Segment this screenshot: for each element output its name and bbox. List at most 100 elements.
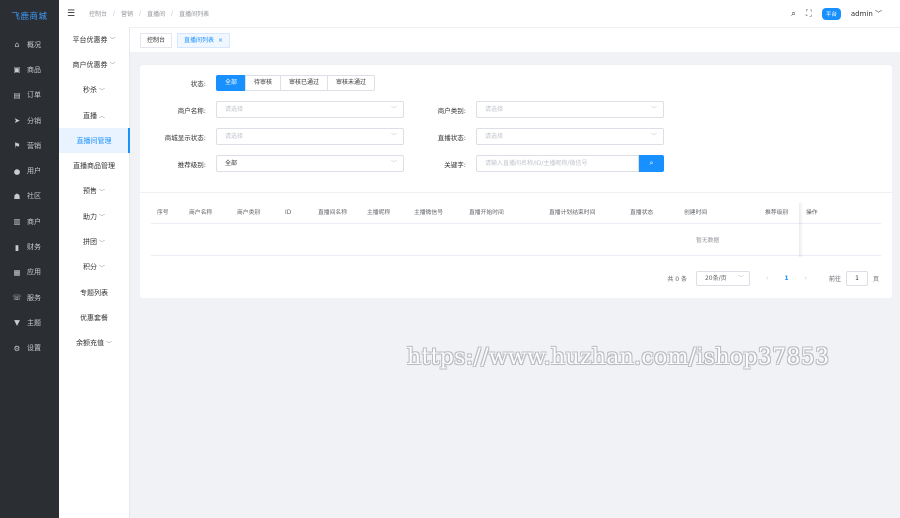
- app-logo[interactable]: 飞鹿商城: [0, 0, 59, 32]
- sidebar-item[interactable]: ➤ 分销: [0, 108, 59, 133]
- subnav-item-label: 直播: [82, 111, 97, 120]
- keyword-label: 关键字:: [444, 161, 466, 169]
- chevron-down-icon: ﹀: [98, 87, 105, 95]
- prev-page-button[interactable]: ‹: [766, 275, 768, 282]
- column-header: 创建时间: [684, 210, 708, 216]
- chevron-down-icon: ﹀: [98, 239, 105, 247]
- content-card: 状态: 全部 待审核 审核已通过 审核未通过 商户名称: 请选择 ﹀ 商户类别: …: [140, 65, 892, 298]
- sidebar-item[interactable]: ▼ 主题: [0, 310, 59, 335]
- subnav-item[interactable]: 直播商品管理: [59, 153, 129, 178]
- sidebar-item[interactable]: ⌂ 概况: [0, 32, 59, 57]
- subnav-item-label: 预售: [82, 187, 97, 196]
- phone-icon: ☏: [12, 293, 22, 303]
- status-option-rejected[interactable]: 审核未通过: [327, 75, 376, 91]
- subnav-item[interactable]: 直播 ︿: [59, 103, 129, 128]
- display-status-select[interactable]: 请选择 ﹀: [216, 128, 404, 145]
- pagination-total: 共 0 条: [667, 276, 687, 283]
- tag-console[interactable]: 控制台: [140, 32, 173, 48]
- chevron-up-icon: ︿: [98, 113, 105, 121]
- search-button[interactable]: ⌕: [639, 155, 664, 172]
- sidebar-item-label: 财务: [27, 243, 41, 252]
- subnav-item-label: 直播商品管理: [73, 162, 115, 171]
- sidebar-item[interactable]: ☏ 服务: [0, 285, 59, 310]
- sidebar-item-label: 主题: [27, 318, 41, 327]
- subnav-item[interactable]: 余额充值 ﹀: [59, 331, 129, 356]
- subnav-menu: 平台优惠券 ﹀ 商户优惠券 ﹀ 秒杀 ﹀ 直播 ︿ 直播间管理 直播商品管理 预售 ﹀ 助力 ﹀ 拼团 ﹀ 积分…: [59, 27, 130, 356]
- breadcrumb-item-live[interactable]: 直播间: [147, 9, 165, 18]
- merchant-name-select[interactable]: 请选择 ﹀: [216, 101, 404, 118]
- top-header: ☰ 控制台 / 营销 / 直播间 / 直播间列表 ⌕ ⛶ 平台 admin ﹀: [59, 0, 900, 27]
- empty-state-text: 暂无数据: [696, 238, 720, 244]
- sidebar-item[interactable]: ☗ 社区: [0, 184, 59, 209]
- chevron-down-icon: ﹀: [98, 214, 105, 222]
- sidebar-item[interactable]: ⚙ 设置: [0, 336, 59, 361]
- user-menu[interactable]: admin ﹀: [851, 9, 882, 19]
- sidebar-item[interactable]: ⚑ 营销: [0, 133, 59, 158]
- sidebar-item[interactable]: ▦ 应用: [0, 260, 59, 285]
- table-empty-row: 暂无数据: [151, 224, 881, 256]
- status-option-approved[interactable]: 审核已通过: [280, 75, 329, 91]
- sidebar-item[interactable]: ▥ 商户: [0, 209, 59, 234]
- close-icon[interactable]: ×: [218, 37, 223, 44]
- sidebar-item-label: 用户: [27, 167, 41, 176]
- subnav-item[interactable]: 专题列表: [59, 280, 129, 305]
- subnav-item[interactable]: 秒杀 ﹀: [59, 78, 129, 103]
- breadcrumb-item-marketing[interactable]: 营销: [121, 9, 133, 18]
- sidebar-item-label: 商品: [27, 65, 41, 74]
- subnav-item[interactable]: 拼团 ﹀: [59, 229, 129, 254]
- sidebar-item[interactable]: ▣ 商品: [0, 57, 59, 82]
- fullscreen-icon[interactable]: ⛶: [806, 9, 812, 19]
- sort-level-select[interactable]: 全部 ﹀: [216, 155, 404, 172]
- live-status-select[interactable]: 请选择 ﹀: [476, 128, 664, 145]
- sidebar-item[interactable]: ● 用户: [0, 158, 59, 183]
- sort-level-label: 推荐级别:: [177, 161, 206, 169]
- subnav-item[interactable]: 积分 ﹀: [59, 255, 129, 280]
- chevron-down-icon: ﹀: [109, 37, 116, 45]
- subnav-item[interactable]: 直播间管理: [59, 128, 130, 154]
- subnav-item-label: 余额充值: [75, 339, 104, 348]
- filter-divider: [140, 192, 892, 193]
- merchant-type-select[interactable]: 请选择 ﹀: [476, 101, 664, 118]
- fixed-column-shadow: [799, 203, 803, 257]
- finance-icon: ▮: [14, 242, 20, 252]
- menu-toggle-icon[interactable]: ☰: [67, 9, 77, 19]
- subnav-item[interactable]: 预售 ﹀: [59, 179, 129, 204]
- goto-page-input[interactable]: 1: [845, 271, 868, 286]
- theme-icon: ▼: [14, 318, 20, 328]
- subnav-item[interactable]: 优惠套餐: [59, 305, 129, 330]
- sidebar-item-label: 商户: [27, 217, 41, 226]
- live-room-table: 序号 商户名称 商户类别 ID 直播间名称 主播昵称 主播微信号 直播开始时间 直播计划结束时间…: [151, 203, 881, 257]
- subnav-item[interactable]: 平台优惠券 ﹀: [59, 27, 129, 52]
- next-page-button[interactable]: ›: [805, 275, 807, 282]
- breadcrumb-item-console[interactable]: 控制台: [89, 9, 107, 18]
- search-icon[interactable]: ⌕: [791, 9, 796, 19]
- sidebar-item[interactable]: ▤ 订单: [0, 83, 59, 108]
- sidebar-item[interactable]: ▮ 财务: [0, 234, 59, 259]
- merchant-type-label: 商户类别:: [437, 107, 466, 115]
- apps-icon: ▦: [13, 267, 21, 277]
- subnav-item-label: 直播间管理: [76, 136, 112, 145]
- column-header: 主播昵称: [367, 210, 391, 216]
- chevron-down-icon: ﹀: [109, 62, 116, 70]
- platform-badge[interactable]: 平台: [821, 7, 841, 20]
- column-header: 主播微信号: [414, 210, 443, 216]
- sidebar-item-label: 设置: [27, 344, 41, 353]
- status-option-all[interactable]: 全部: [216, 75, 247, 91]
- keyword-input[interactable]: 请输入直播间名称/ID/主播昵称/微信号: [476, 155, 639, 172]
- chevron-down-icon: ﹀: [650, 133, 657, 140]
- subnav-item-label: 平台优惠券: [72, 35, 108, 44]
- tag-live-room-list[interactable]: 直播间列表 ×: [177, 32, 231, 48]
- chevron-down-icon: ﹀: [105, 340, 112, 348]
- chevron-down-icon: ﹀: [875, 9, 882, 18]
- subnav-item[interactable]: 商户优惠券 ﹀: [59, 52, 129, 77]
- column-header: 直播开始时间: [469, 210, 504, 216]
- subnav-item-label: 助力: [82, 212, 97, 221]
- search-icon: ⌕: [649, 159, 654, 167]
- display-status-label: 商城显示状态:: [164, 134, 206, 142]
- select-placeholder: 请选择: [225, 106, 244, 113]
- subnav-item[interactable]: 助力 ﹀: [59, 204, 129, 229]
- status-option-pending[interactable]: 待审核: [245, 75, 282, 91]
- sidebar-item-label: 概况: [27, 40, 41, 49]
- page-size-select[interactable]: 20条/页 ﹀: [695, 271, 750, 286]
- page-number-1[interactable]: 1: [784, 275, 788, 282]
